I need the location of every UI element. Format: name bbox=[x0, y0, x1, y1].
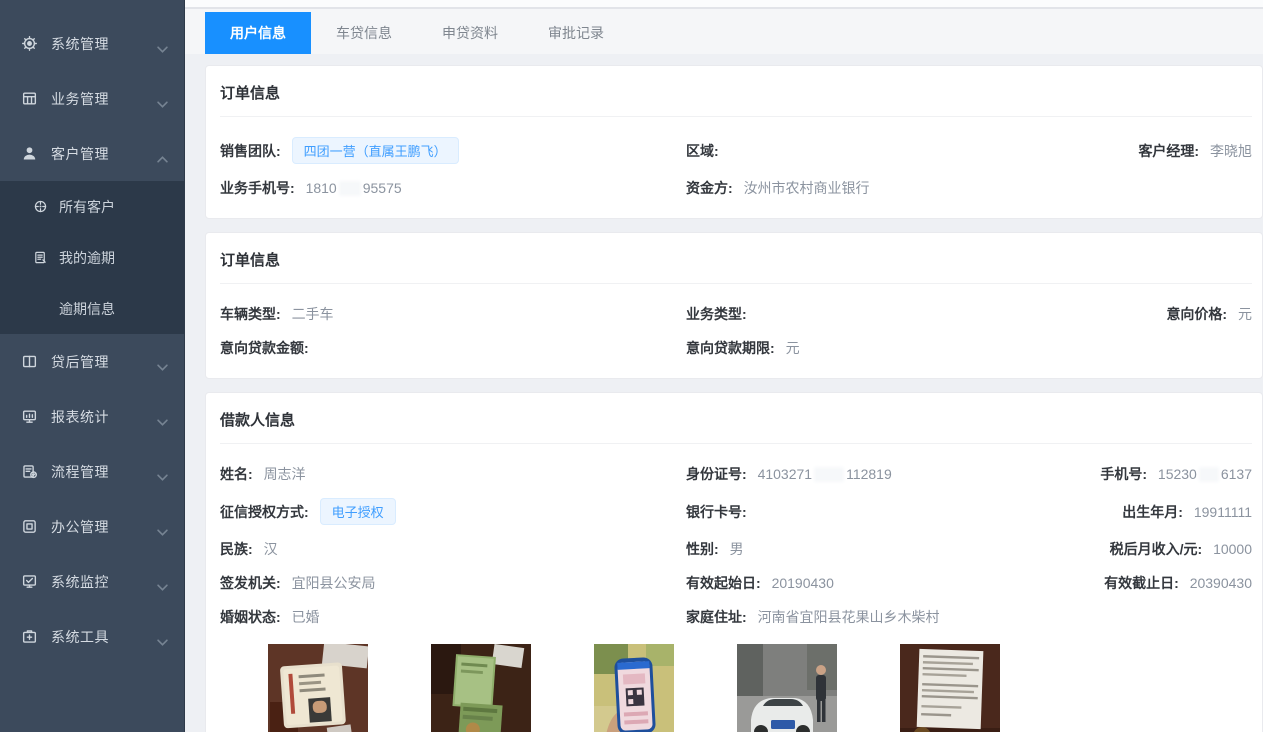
redaction-blur bbox=[339, 181, 361, 196]
tab-approval-records[interactable]: 审批记录 bbox=[523, 12, 629, 54]
sidebar-item-label: 贷后管理 bbox=[51, 352, 157, 372]
field-gender: 性别: 男 bbox=[686, 539, 1110, 559]
user-icon bbox=[21, 145, 38, 162]
field-sales-team: 销售团队: 四团一营（直属王鹏飞） bbox=[220, 137, 686, 164]
field-credit-auth: 征信授权方式: 电子授权 bbox=[220, 498, 686, 525]
sidebar-item-label: 系统监控 bbox=[51, 572, 157, 592]
sidebar-item-office[interactable]: 办公管理 bbox=[0, 499, 184, 554]
sidebar: 系统管理 业务管理 客户管理 bbox=[0, 0, 185, 732]
field-ethnicity: 民族: 汉 bbox=[220, 539, 686, 559]
section-title: 订单信息 bbox=[220, 82, 1252, 117]
sidebar-item-tools[interactable]: 系统工具 bbox=[0, 609, 184, 664]
field-valid-from: 有效起始日: 20190430 bbox=[686, 573, 1104, 593]
sidebar-item-reports[interactable]: 报表统计 bbox=[0, 389, 184, 444]
redaction-blur bbox=[814, 467, 844, 482]
chevron-down-icon bbox=[157, 40, 168, 47]
chevron-down-icon bbox=[157, 468, 168, 475]
sidebar-item-label: 系统工具 bbox=[51, 627, 157, 647]
field-loan-amount: 意向贷款金额: bbox=[220, 338, 686, 358]
field-bank-card: 银行卡号: bbox=[686, 502, 1122, 522]
flow-icon bbox=[21, 463, 38, 480]
sidebar-item-label: 流程管理 bbox=[51, 462, 157, 482]
sidebar-item-business[interactable]: 业务管理 bbox=[0, 71, 184, 126]
document-icon bbox=[33, 250, 48, 265]
section-title: 订单信息 bbox=[220, 249, 1252, 284]
sidebar-item-system[interactable]: 系统管理 bbox=[0, 16, 184, 71]
sales-team-tag[interactable]: 四团一营（直属王鹏飞） bbox=[292, 137, 459, 164]
chevron-up-icon bbox=[157, 150, 168, 157]
borrower-info-card: 借款人信息 姓名: 周志洋 身份证号: 4103271112819 手机号: 1… bbox=[205, 392, 1263, 732]
sidebar-item-label: 客户管理 bbox=[51, 144, 157, 164]
chevron-down-icon bbox=[157, 358, 168, 365]
sidebar-item-workflow[interactable]: 流程管理 bbox=[0, 444, 184, 499]
chevron-down-icon bbox=[157, 95, 168, 102]
sidebar-item-monitor[interactable]: 系统监控 bbox=[0, 554, 184, 609]
order-info-card-2: 订单信息 车辆类型: 二手车 业务类型: 意向价格: 元 意向贷款金额: bbox=[205, 232, 1263, 379]
field-account-manager: 客户经理: 李晓旭 bbox=[1138, 141, 1252, 161]
toolbox-icon bbox=[21, 628, 38, 645]
photo-qr-code-phone[interactable]: 授权码截图 bbox=[594, 644, 674, 732]
chevron-down-icon bbox=[157, 633, 168, 640]
field-region: 区域: bbox=[686, 141, 1138, 161]
sidebar-item-label: 业务管理 bbox=[51, 89, 157, 109]
photo-gallery: 身份证 bbox=[220, 644, 1252, 732]
credit-auth-tag[interactable]: 电子授权 bbox=[320, 498, 396, 525]
sidebar-item-postloan[interactable]: 贷后管理 bbox=[0, 334, 184, 389]
sidebar-item-label: 所有客户 bbox=[59, 197, 115, 217]
field-business-phone: 业务手机号: 181095575 bbox=[220, 178, 686, 198]
main-area: 用户信息 车贷信息 申贷资料 审批记录 订单信息 销售团队: 四团一营（直属王鹏… bbox=[185, 0, 1263, 732]
field-issuer: 签发机关: 宜阳县公安局 bbox=[220, 573, 686, 593]
field-income: 税后月收入/元: 10000 bbox=[1110, 539, 1252, 559]
field-vehicle-type: 车辆类型: 二手车 bbox=[220, 304, 686, 324]
sidebar-item-label: 报表统计 bbox=[51, 407, 157, 427]
chevron-down-icon bbox=[157, 523, 168, 530]
peoples-icon bbox=[33, 199, 48, 214]
field-name: 姓名: 周志洋 bbox=[220, 464, 686, 484]
photo-id-card[interactable]: 身份证 bbox=[268, 644, 368, 732]
sidebar-item-label: 逾期信息 bbox=[59, 299, 115, 319]
monitor-icon bbox=[21, 408, 38, 425]
sidebar-item-my-overdue[interactable]: 我的逾期 bbox=[0, 232, 184, 283]
grid-icon bbox=[21, 90, 38, 107]
field-mobile: 手机号: 152306137 bbox=[1100, 464, 1252, 484]
field-intent-price: 意向价格: 元 bbox=[1166, 304, 1252, 324]
field-loan-term: 意向贷款期限: 元 bbox=[686, 338, 1252, 358]
tab-loan-application-docs[interactable]: 申贷资料 bbox=[417, 12, 523, 54]
gear-icon bbox=[21, 35, 38, 52]
photo-person-with-car[interactable]: 人车照 bbox=[737, 644, 837, 732]
field-marital-status: 婚姻状态: 已婚 bbox=[220, 607, 686, 627]
chevron-down-icon bbox=[157, 578, 168, 585]
monitor-check-icon bbox=[21, 573, 38, 590]
tab-car-loan-info[interactable]: 车贷信息 bbox=[311, 12, 417, 54]
field-birth: 出生年月: 19911111 bbox=[1122, 502, 1252, 522]
field-id-number: 身份证号: 4103271112819 bbox=[686, 464, 1100, 484]
top-strip bbox=[185, 0, 1263, 9]
tab-user-info[interactable]: 用户信息 bbox=[205, 12, 311, 54]
sidebar-submenu-customer: 所有客户 我的逾期 逾期信息 bbox=[0, 181, 184, 334]
field-home-address: 家庭住址: 河南省宜阳县花果山乡木柴村 bbox=[686, 607, 1252, 627]
photo-handwritten-document[interactable]: 其他材料 bbox=[900, 644, 1000, 732]
sidebar-item-all-customers[interactable]: 所有客户 bbox=[0, 181, 184, 232]
sidebar-item-overdue-info[interactable]: 逾期信息 bbox=[0, 283, 184, 334]
sidebar-item-customer[interactable]: 客户管理 bbox=[0, 126, 184, 181]
section-title: 借款人信息 bbox=[220, 409, 1252, 444]
photo-green-booklet[interactable]: 驾驶证照片 bbox=[431, 644, 531, 732]
content: 订单信息 销售团队: 四团一营（直属王鹏飞） 区域: 客户经理: 李晓旭 业务手… bbox=[185, 54, 1263, 732]
tab-bar: 用户信息 车贷信息 申贷资料 审批记录 bbox=[185, 9, 1263, 54]
sidebar-item-label: 我的逾期 bbox=[59, 248, 115, 268]
sidebar-item-label: 办公管理 bbox=[51, 517, 157, 537]
sidebar-item-label: 系统管理 bbox=[51, 34, 157, 54]
chevron-down-icon bbox=[157, 413, 168, 420]
office-icon bbox=[21, 518, 38, 535]
field-business-type: 业务类型: bbox=[686, 304, 1166, 324]
order-info-card-1: 订单信息 销售团队: 四团一营（直属王鹏飞） 区域: 客户经理: 李晓旭 业务手… bbox=[205, 65, 1263, 219]
book-icon bbox=[21, 353, 38, 370]
field-funder: 资金方: 汝州市农村商业银行 bbox=[686, 178, 1252, 198]
redaction-blur bbox=[1199, 467, 1219, 482]
field-valid-to: 有效截止日: 20390430 bbox=[1104, 573, 1252, 593]
